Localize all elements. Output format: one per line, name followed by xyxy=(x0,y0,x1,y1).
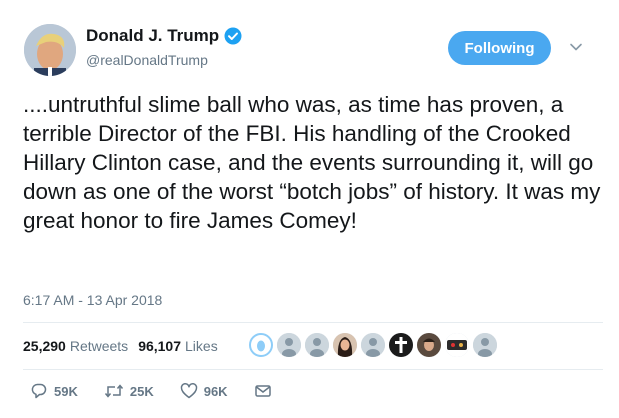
retweets-label[interactable]: Retweets xyxy=(70,338,128,354)
liker-avatar[interactable] xyxy=(473,333,497,357)
like-button[interactable]: 96K xyxy=(180,382,228,400)
tweet-timestamp[interactable]: 6:17 AM - 13 Apr 2018 xyxy=(23,292,162,308)
direct-message-button[interactable] xyxy=(254,382,278,400)
retweet-icon xyxy=(104,384,123,398)
author-handle[interactable]: @realDonaldTrump xyxy=(86,52,208,68)
reply-icon xyxy=(31,383,47,399)
author-display-name[interactable]: Donald J. Trump xyxy=(86,26,219,46)
liker-avatar[interactable] xyxy=(333,333,357,357)
tweet-card: Donald J. Trump @realDonaldTrump Followi… xyxy=(0,0,619,418)
tweet-actions: 59K 25K 96K xyxy=(30,382,304,400)
like-count: 96K xyxy=(203,383,228,399)
reply-count: 59K xyxy=(54,383,78,399)
retweets-count[interactable]: 25,290 xyxy=(23,338,66,354)
author-name-row[interactable]: Donald J. Trump xyxy=(86,26,242,46)
reply-button[interactable]: 59K xyxy=(30,382,78,400)
divider xyxy=(23,369,603,370)
retweet-button[interactable]: 25K xyxy=(104,382,154,400)
liker-avatar[interactable] xyxy=(389,333,413,357)
following-button[interactable]: Following xyxy=(448,31,551,65)
tweet-stats: 25,290 Retweets 96,107 Likes xyxy=(23,338,228,354)
liker-avatars xyxy=(249,333,501,357)
author-avatar[interactable] xyxy=(24,24,76,76)
tweet-text: ....untruthful slime ball who was, as ti… xyxy=(23,92,601,233)
divider xyxy=(23,322,603,323)
likes-label[interactable]: Likes xyxy=(185,338,218,354)
likes-count[interactable]: 96,107 xyxy=(138,338,181,354)
liker-avatar[interactable] xyxy=(417,333,441,357)
message-icon xyxy=(254,385,271,397)
heart-icon xyxy=(180,383,197,399)
liker-avatar[interactable] xyxy=(305,333,329,357)
verified-badge-icon xyxy=(224,27,242,45)
liker-avatar[interactable] xyxy=(277,333,301,357)
chevron-down-icon[interactable] xyxy=(569,40,583,54)
retweet-count: 25K xyxy=(129,383,154,399)
liker-avatar[interactable] xyxy=(249,333,273,357)
liker-avatar[interactable] xyxy=(445,333,469,357)
liker-avatar[interactable] xyxy=(361,333,385,357)
